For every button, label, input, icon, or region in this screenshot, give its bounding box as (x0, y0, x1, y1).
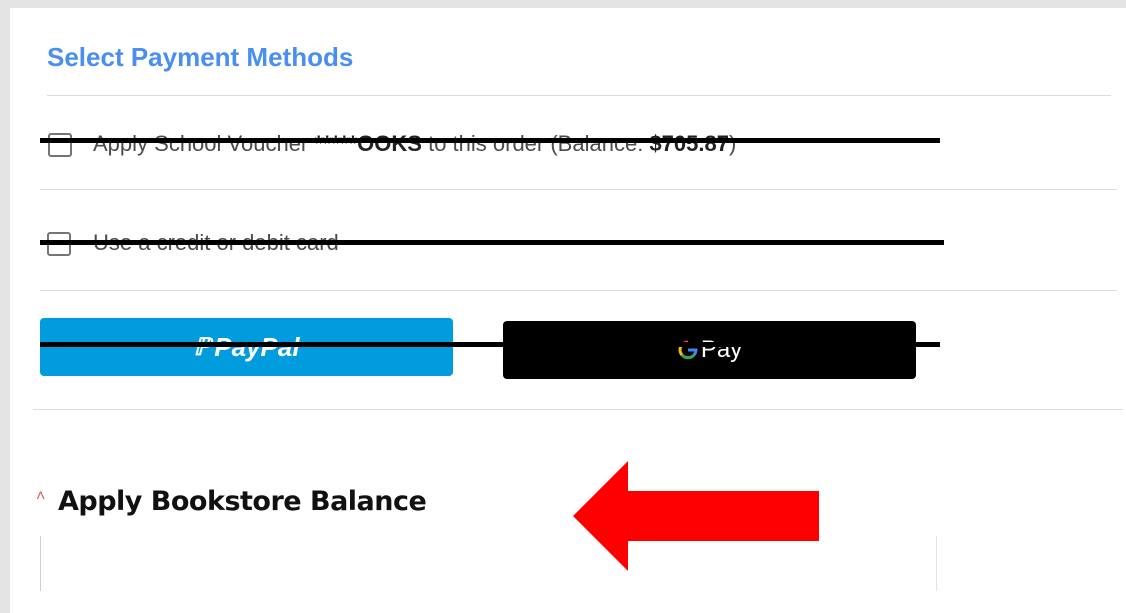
paypal-label: PayPal (214, 332, 299, 363)
section-title: Select Payment Methods (47, 42, 354, 72)
wallet-divider (33, 409, 1123, 410)
card-strikethrough (40, 240, 944, 245)
voucher-prefix: Apply School Voucher (93, 131, 315, 156)
wallet-strikethrough (40, 342, 940, 347)
bookstore-box-right-edge (936, 536, 937, 591)
google-pay-label: Pay (700, 336, 743, 363)
bookstore-balance-title: Apply Bookstore Balance (58, 486, 427, 517)
voucher-option-label: Apply School Voucher *****OOKS to this o… (93, 131, 736, 157)
paypal-button[interactable]: ℙ PayPal (40, 318, 453, 376)
voucher-code: *****OOKS (314, 131, 422, 156)
clipped-fragment: ˄ (36, 488, 46, 505)
voucher-checkbox[interactable] (48, 133, 72, 157)
google-pay-button[interactable]: Pay (503, 321, 916, 379)
voucher-balance: $705.87 (649, 131, 729, 156)
voucher-strikethrough (40, 138, 940, 143)
voucher-middle: to this order (Balance: (421, 131, 650, 156)
title-divider (47, 95, 1111, 96)
payment-panel: Select Payment Methods Apply School Vouc… (10, 8, 1126, 613)
red-arrow-annotation (573, 461, 819, 571)
paypal-logo-icon: ℙ (193, 333, 211, 361)
bookstore-box-left-edge (40, 536, 41, 591)
voucher-suffix: ) (728, 131, 737, 156)
card-divider (40, 290, 1117, 291)
voucher-divider (40, 189, 1117, 190)
